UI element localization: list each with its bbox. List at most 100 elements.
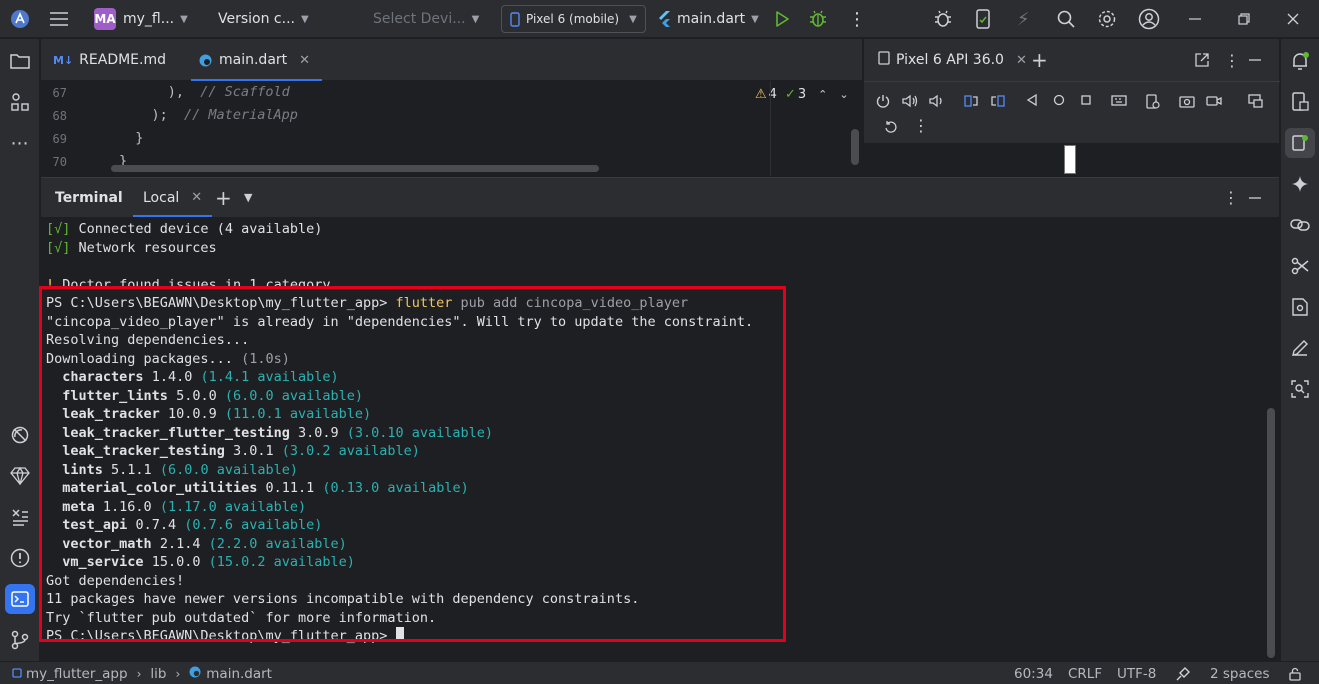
hot-reload-icon: ⚡ — [1017, 8, 1030, 30]
tab-close-icon[interactable]: ✕ — [191, 190, 202, 205]
gradle-button[interactable] — [1281, 291, 1319, 323]
folder-icon — [9, 53, 30, 69]
screen-record-icon[interactable] — [1206, 94, 1222, 108]
more-device-options-icon[interactable]: ⋮ — [913, 116, 929, 135]
vcs-label: Version c... — [218, 11, 295, 27]
scissors-icon — [1291, 257, 1309, 275]
device-file-explorer-button[interactable] — [1281, 86, 1319, 118]
line-number: 67 — [52, 86, 67, 100]
flutter-inspector-icon — [10, 425, 30, 445]
more-actions-icon[interactable]: ⋮ — [848, 0, 866, 38]
chevron-right-icon: › — [136, 666, 142, 681]
reset-icon[interactable] — [884, 120, 898, 134]
tools-button[interactable] — [1281, 250, 1319, 282]
edit-button[interactable] — [1281, 332, 1319, 364]
tab-main-dart[interactable]: main.dart ✕ — [191, 39, 323, 81]
mirror-icon[interactable] — [1248, 94, 1264, 108]
indent-setting[interactable]: 2 spaces — [1210, 662, 1270, 684]
next-highlight-icon[interactable]: ⌄ — [839, 88, 848, 101]
screenshot-icon[interactable] — [1179, 94, 1195, 108]
breadcrumb-file[interactable]: main.dart — [206, 666, 272, 682]
chevron-down-icon: ▼ — [629, 13, 637, 25]
problems-tool-button[interactable] — [0, 542, 39, 574]
run-config-selector[interactable]: main.dart ▼ — [657, 0, 759, 38]
add-device-button[interactable]: + — [1031, 39, 1048, 81]
vcs-selector[interactable]: Version c... ▼ — [218, 0, 309, 38]
open-external-icon[interactable] — [1195, 39, 1209, 81]
build-tool-button[interactable] — [0, 501, 39, 533]
flutter-inspector-button[interactable] — [0, 419, 39, 451]
tab-running-device[interactable]: Pixel 6 API 36.0 ✕ — [878, 39, 1027, 81]
more-options-icon[interactable]: ⋮ — [1224, 39, 1240, 81]
account-icon[interactable] — [1138, 0, 1160, 38]
structure-icon — [10, 92, 30, 112]
project-selector[interactable]: MA my_fl... ▼ — [94, 0, 188, 38]
power-icon[interactable] — [876, 94, 890, 108]
overview-icon[interactable] — [1080, 94, 1092, 106]
breadcrumb-folder[interactable]: lib — [150, 666, 166, 682]
line-number-gutter: 67 68 69 70 — [41, 81, 71, 176]
gemini-button[interactable] — [1281, 168, 1319, 200]
version-control-button[interactable] — [0, 624, 39, 656]
terminal-scrollbar[interactable] — [1267, 408, 1275, 658]
previous-highlight-icon[interactable]: ⌃ — [818, 88, 827, 101]
hide-panel-icon[interactable] — [1249, 39, 1261, 81]
search-icon[interactable] — [1057, 0, 1075, 38]
devtools-button[interactable] — [0, 460, 39, 492]
rotate-right-icon[interactable] — [991, 94, 1005, 108]
close-window-icon[interactable] — [1287, 0, 1299, 38]
device-select[interactable]: Select Devi... ▼ — [373, 0, 479, 38]
terminal-line: [√] Connected device (4 available) — [46, 221, 323, 237]
bug-report-icon[interactable] — [933, 0, 953, 38]
terminal-tool-button[interactable] — [0, 583, 39, 615]
file-encoding[interactable]: UTF-8 — [1117, 662, 1156, 684]
editor-tab-bar: M↓ README.md main.dart ✕ — [41, 39, 862, 81]
device-icon — [878, 51, 890, 69]
project-badge: MA — [94, 8, 116, 30]
breadcrumb[interactable]: my_flutter_app › lib › main.dart — [12, 662, 272, 684]
volume-up-icon[interactable] — [902, 94, 918, 108]
running-devices-button[interactable] — [1281, 127, 1319, 159]
project-tool-button[interactable] — [0, 45, 39, 77]
device-screen-preview[interactable] — [1064, 145, 1076, 174]
app-logo-icon[interactable] — [10, 0, 30, 38]
layout-inspector-button[interactable] — [1281, 373, 1319, 405]
hide-terminal-icon[interactable] — [1249, 178, 1261, 217]
restore-window-icon[interactable] — [1238, 0, 1250, 38]
app-inspection-icon[interactable] — [1146, 94, 1160, 110]
line-ending[interactable]: CRLF — [1068, 662, 1102, 684]
editor-vertical-scrollbar[interactable] — [851, 129, 859, 165]
tab-close-icon[interactable]: ✕ — [1016, 53, 1027, 68]
minimize-window-icon[interactable] — [1189, 0, 1201, 38]
pencil-icon — [1291, 339, 1309, 357]
lock-icon[interactable] — [1288, 662, 1302, 684]
code-style-icon[interactable] — [1176, 662, 1190, 684]
check-icon: ✓ — [784, 87, 796, 102]
main-menu-icon[interactable] — [50, 0, 68, 38]
home-icon[interactable] — [1053, 94, 1065, 106]
device-manager-icon[interactable] — [975, 0, 991, 38]
editor-horizontal-scrollbar[interactable] — [111, 165, 599, 172]
target-device-selector[interactable]: Pixel 6 (mobile) ▼ — [501, 5, 646, 33]
breadcrumb-project[interactable]: my_flutter_app — [26, 666, 128, 682]
tab-readme[interactable]: M↓ README.md — [53, 39, 166, 81]
structure-tool-button[interactable] — [0, 86, 39, 118]
link-button[interactable] — [1281, 209, 1319, 241]
debug-button[interactable] — [809, 0, 827, 38]
code-view[interactable]: ), // Scaffold ); // MaterialApp } } — [71, 81, 771, 176]
notifications-button[interactable] — [1281, 45, 1319, 77]
editor-right-margin — [770, 81, 771, 176]
tab-local[interactable]: Local ✕ — [133, 178, 213, 217]
terminal-dropdown-icon[interactable]: ▼ — [244, 178, 252, 217]
tab-close-icon[interactable]: ✕ — [299, 53, 310, 68]
more-tools-icon[interactable]: ⋯ — [0, 127, 39, 159]
new-terminal-button[interactable]: + — [215, 178, 232, 217]
volume-down-icon[interactable] — [929, 94, 943, 108]
back-icon[interactable] — [1026, 94, 1038, 106]
settings-gear-icon[interactable] — [1097, 0, 1117, 38]
caret-position[interactable]: 60:34 — [1014, 662, 1053, 684]
rotate-left-icon[interactable] — [964, 94, 978, 108]
run-button[interactable] — [774, 0, 790, 38]
terminal-options-icon[interactable]: ⋮ — [1223, 178, 1239, 217]
keyboard-icon[interactable] — [1111, 94, 1127, 108]
